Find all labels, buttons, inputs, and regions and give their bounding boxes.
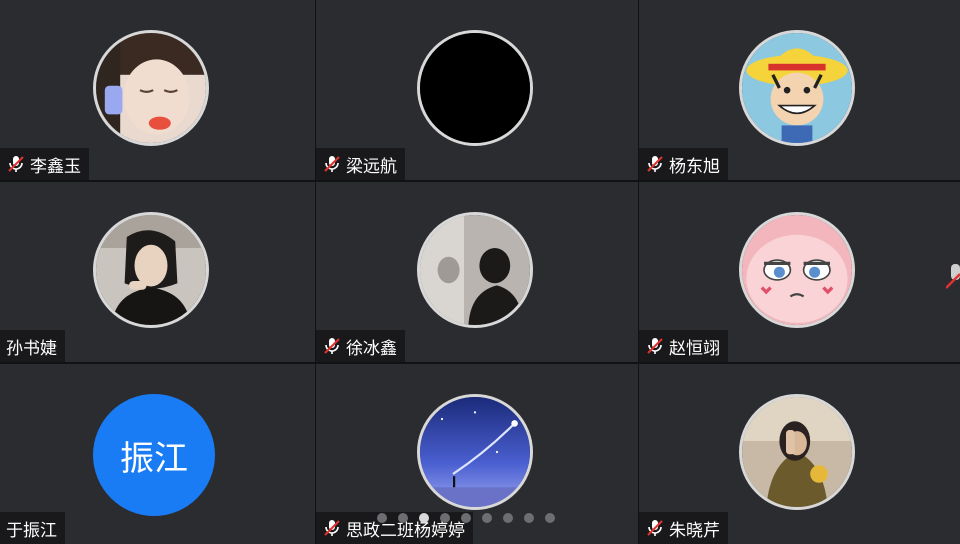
participant-name: 于振江 <box>6 520 57 541</box>
mic-muted-icon <box>645 336 665 356</box>
participant-tile[interactable]: 朱晓芹 <box>639 364 960 544</box>
participant-name: 孙书婕 <box>6 338 57 359</box>
mic-muted-icon <box>322 518 342 538</box>
participant-name: 朱晓芹 <box>669 520 720 541</box>
avatar-text: 振江 <box>120 438 188 479</box>
participant-tile[interactable]: 孙书婕 <box>0 182 315 362</box>
participant-name-bar: 于振江 <box>0 512 65 544</box>
text-avatar: 振江 <box>93 394 215 516</box>
participant-name: 杨东旭 <box>669 156 720 177</box>
mic-muted-icon <box>645 154 665 174</box>
participant-name-bar: 李鑫玉 <box>0 148 89 180</box>
photo-silhouette-icon <box>417 212 533 328</box>
page-dot[interactable] <box>524 513 534 523</box>
participant-name-bar: 赵恒翊 <box>639 330 728 362</box>
cartoon-pink-face-icon <box>739 212 855 328</box>
page-dot-active[interactable] <box>419 513 429 523</box>
participant-name-bar: 朱晓芹 <box>639 512 728 544</box>
participant-name-bar: 孙书婕 <box>0 330 65 362</box>
participant-tile[interactable]: 梁远航 <box>316 0 638 180</box>
page-dot[interactable] <box>377 513 387 523</box>
participant-tile[interactable]: 赵恒翊 <box>639 182 960 362</box>
participant-tile[interactable]: 李鑫玉 <box>0 0 315 180</box>
participant-name: 徐冰鑫 <box>346 338 397 359</box>
page-indicator[interactable] <box>377 513 555 523</box>
mic-muted-icon <box>6 154 26 174</box>
video-grid: 李鑫玉 梁远航 杨东旭 孙书婕 徐冰鑫 赵恒翊 振江 于振江 思政二班杨婷婷 朱… <box>0 0 960 544</box>
participant-tile[interactable]: 徐冰鑫 <box>316 182 638 362</box>
participant-name: 赵恒翊 <box>669 338 720 359</box>
participant-tile[interactable]: 振江 于振江 <box>0 364 315 544</box>
participant-name: 李鑫玉 <box>30 156 81 177</box>
mic-muted-icon <box>322 154 342 174</box>
page-dot[interactable] <box>440 513 450 523</box>
photo-girl-icon <box>93 30 209 146</box>
mic-muted-icon[interactable] <box>945 262 960 292</box>
participant-name-bar: 梁远航 <box>316 148 405 180</box>
page-dot[interactable] <box>482 513 492 523</box>
participant-name: 梁远航 <box>346 156 397 177</box>
page-dot[interactable] <box>398 513 408 523</box>
mic-muted-icon <box>645 518 665 538</box>
mic-muted-icon <box>322 336 342 356</box>
page-dot[interactable] <box>545 513 555 523</box>
cartoon-straw-hat-icon <box>739 30 855 146</box>
photo-woman-icon <box>93 212 209 328</box>
page-dot[interactable] <box>503 513 513 523</box>
participant-name-bar: 徐冰鑫 <box>316 330 405 362</box>
black-avatar-icon <box>417 30 533 146</box>
photo-hands-icon <box>739 394 855 510</box>
starry-sky-icon <box>417 394 533 510</box>
participant-name-bar: 杨东旭 <box>639 148 728 180</box>
participant-tile[interactable]: 杨东旭 <box>639 0 960 180</box>
page-dot[interactable] <box>461 513 471 523</box>
